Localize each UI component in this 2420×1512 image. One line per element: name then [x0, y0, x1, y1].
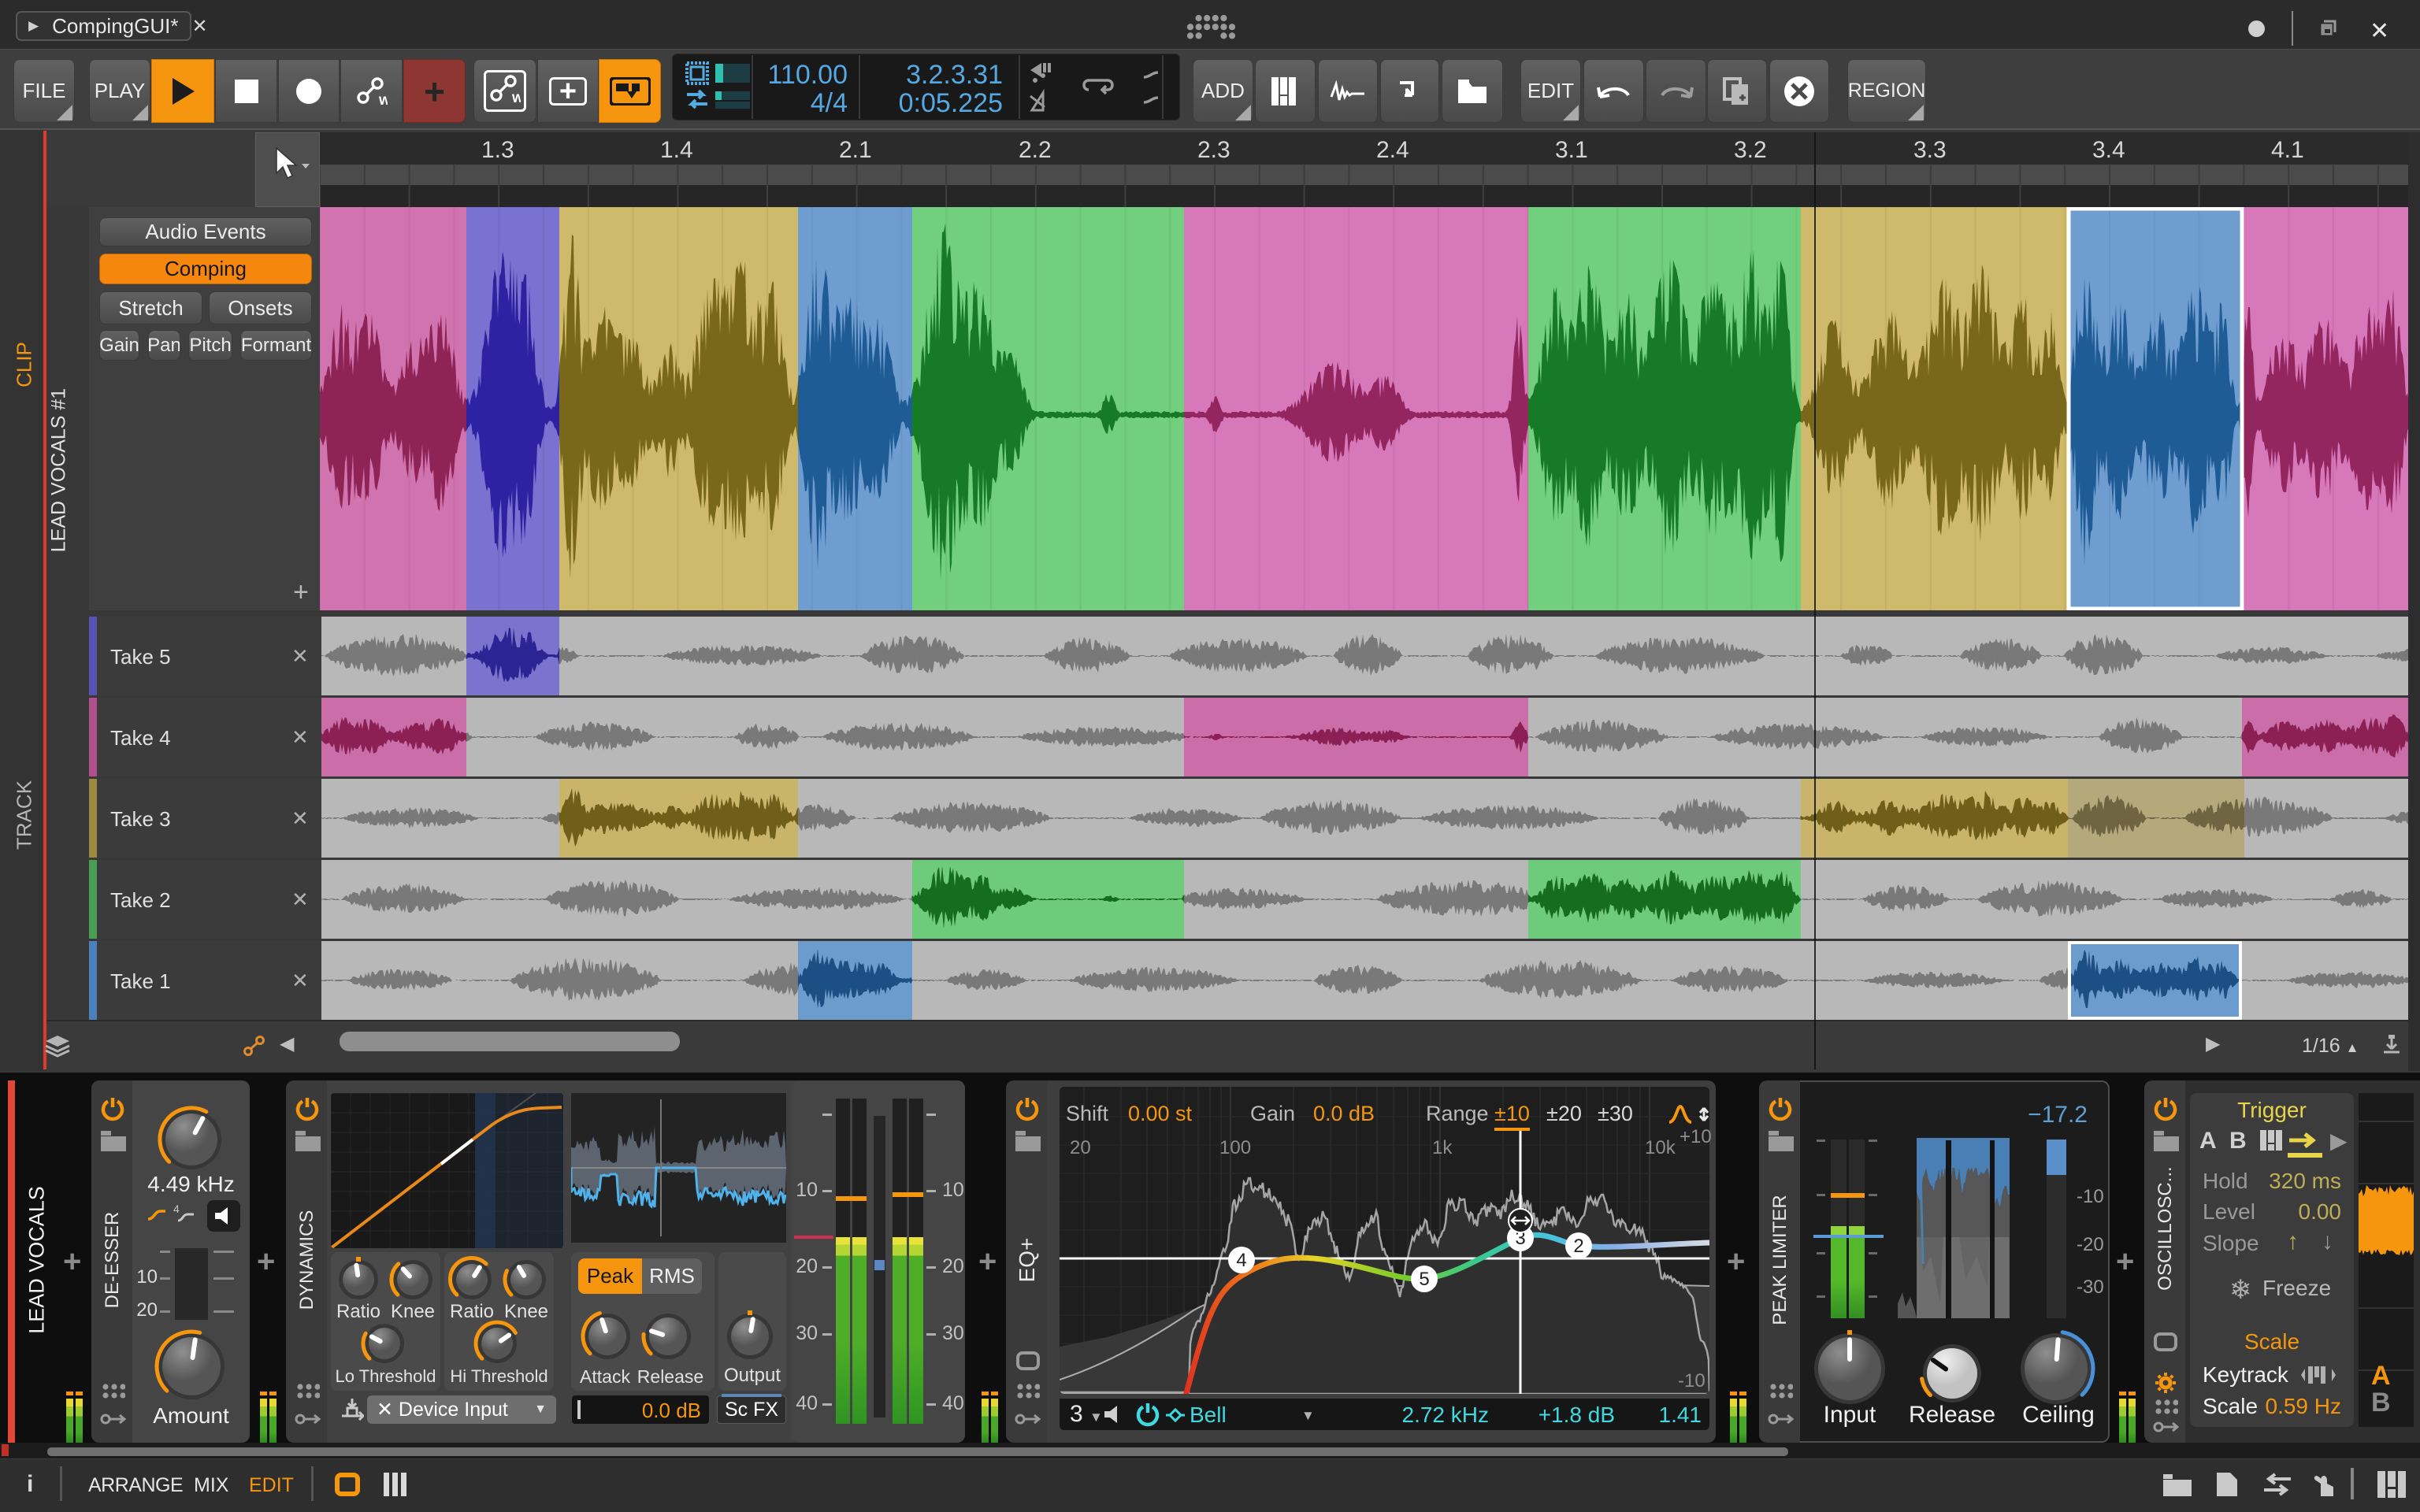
svg-text:4: 4: [1236, 1250, 1246, 1271]
svg-text:5: 5: [1419, 1269, 1429, 1290]
svg-text:w: w: [511, 90, 521, 105]
svg-text:w: w: [378, 92, 388, 107]
svg-text:B: B: [2371, 1388, 2391, 1418]
svg-text:4: 4: [173, 1203, 180, 1215]
svg-text:2: 2: [1573, 1236, 1583, 1257]
svg-text:A: A: [2371, 1361, 2391, 1391]
